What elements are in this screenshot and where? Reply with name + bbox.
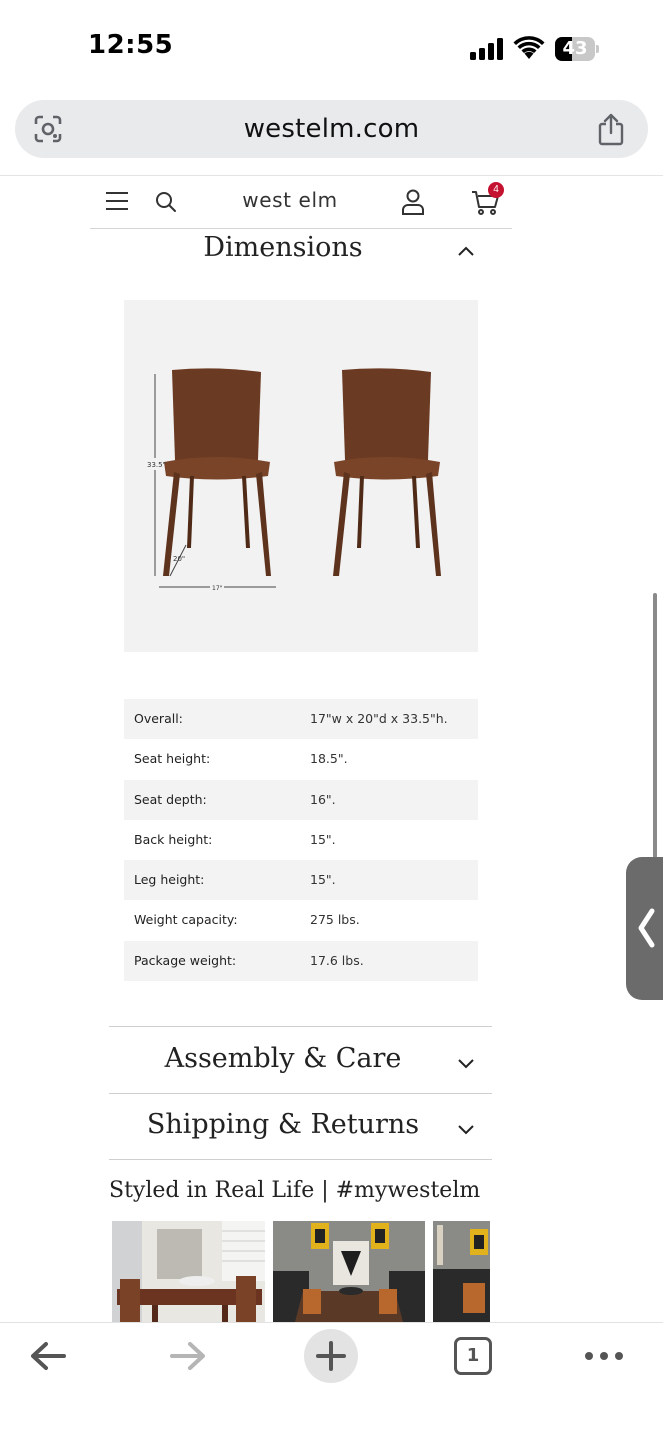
shipping-returns-accordion[interactable]: Shipping & Returns	[109, 1109, 457, 1140]
row-label: Seat depth:	[134, 791, 207, 807]
battery-icon: 43	[555, 37, 599, 61]
chair-illustration: 33.5" 20" 17"	[146, 368, 441, 592]
row-label: Package weight:	[134, 952, 237, 968]
address-bar[interactable]: westelm.com	[15, 100, 648, 158]
chevron-left-icon[interactable]	[634, 907, 658, 949]
table-row: Weight capacity: 275 lbs.	[124, 900, 478, 940]
row-label: Back height:	[134, 831, 213, 847]
row-label: Leg height:	[134, 872, 205, 888]
wifi-icon	[513, 36, 545, 59]
row-label: Seat height:	[134, 751, 211, 767]
forward-arrow-icon[interactable]	[168, 1339, 208, 1373]
url-text[interactable]: westelm.com	[15, 100, 648, 158]
search-icon[interactable]	[154, 190, 178, 214]
table-row: Package weight: 17.6 lbs.	[124, 940, 478, 982]
dimensions-table: Overall: 17"w x 20"d x 33.5"h. Seat heig…	[124, 699, 478, 982]
scroll-indicator[interactable]	[653, 593, 657, 858]
gallery-photo-2[interactable]	[273, 1221, 425, 1322]
accordion-divider	[109, 1093, 492, 1094]
account-icon[interactable]	[400, 188, 426, 216]
table-row: Overall: 17"w x 20"d x 33.5"h.	[124, 699, 478, 740]
chevron-up-icon[interactable]	[457, 245, 475, 257]
row-value: 16".	[310, 791, 336, 807]
product-dimension-image: 33.5" 20" 17"	[124, 300, 478, 652]
browser-toolbar: 1	[0, 1322, 663, 1440]
battery-level: 43	[562, 38, 588, 59]
row-value: 17"w x 20"d x 33.5"h.	[310, 711, 448, 726]
gallery-photo-3[interactable]	[433, 1221, 490, 1322]
status-bar: 12:55 43	[0, 0, 663, 96]
chevron-down-icon[interactable]	[457, 1057, 475, 1069]
chair-image-2	[333, 368, 441, 576]
more-dots-icon[interactable]	[584, 1349, 624, 1363]
depth-label: 20"	[173, 555, 185, 563]
side-panel-tab[interactable]	[626, 857, 663, 1000]
gallery-photo-1[interactable]	[112, 1221, 265, 1322]
cellular-signal-icon	[470, 38, 504, 60]
styled-in-real-life-heading: Styled in Real Life | #mywestelm	[109, 1178, 481, 1203]
chair-image-1	[163, 368, 271, 576]
table-row: Leg height: 15".	[124, 860, 478, 901]
share-icon[interactable]	[595, 112, 627, 146]
table-row: Seat depth: 16".	[124, 779, 478, 820]
table-row: Back height: 15".	[124, 820, 478, 860]
row-value: 15".	[310, 872, 336, 888]
table-row: Seat height: 18.5".	[124, 739, 478, 779]
hamburger-menu-icon[interactable]	[106, 192, 128, 210]
status-time: 12:55	[88, 30, 174, 60]
assembly-care-accordion[interactable]: Assembly & Care	[109, 1043, 457, 1074]
chevron-down-icon[interactable]	[457, 1123, 475, 1135]
dimensions-heading[interactable]: Dimensions	[90, 232, 476, 263]
width-label: 17"	[212, 585, 223, 592]
row-value: 18.5".	[310, 751, 348, 767]
row-value: 15".	[310, 831, 336, 847]
cart-count-badge: 4	[488, 182, 504, 198]
plus-icon	[316, 1341, 346, 1371]
row-label: Overall:	[134, 711, 183, 726]
site-header: west elm 4	[90, 176, 512, 229]
back-arrow-icon[interactable]	[28, 1339, 68, 1373]
row-value: 17.6 lbs.	[310, 952, 364, 968]
height-label: 33.5"	[147, 461, 166, 469]
row-label: Weight capacity:	[134, 912, 238, 928]
tabs-icon[interactable]: 1	[454, 1337, 492, 1375]
row-value: 275 lbs.	[310, 912, 360, 928]
accordion-divider	[109, 1159, 492, 1160]
new-tab-button[interactable]	[304, 1329, 358, 1383]
west-elm-logo[interactable]: west elm	[220, 188, 360, 212]
accordion-divider	[109, 1026, 492, 1027]
